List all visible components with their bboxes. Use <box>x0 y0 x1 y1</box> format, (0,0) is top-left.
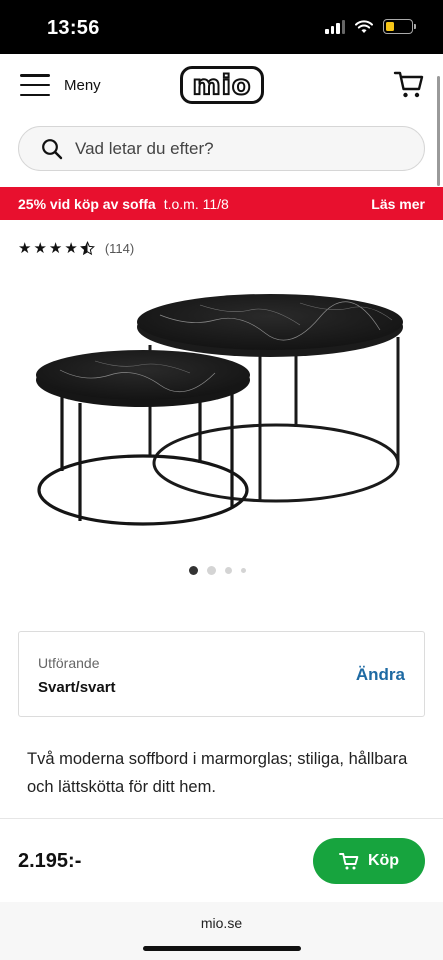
variant-label: Utförande <box>38 655 100 671</box>
rating-count: (114) <box>104 241 135 256</box>
star-icon: ★ <box>48 240 63 257</box>
cellular-signal-icon <box>325 19 345 34</box>
buy-bar: 2.195:- Köp <box>0 818 443 902</box>
status-bar: 13:56 <box>0 0 443 54</box>
buy-button[interactable]: Köp <box>313 838 425 884</box>
product-image[interactable] <box>0 275 443 555</box>
buy-button-label: Köp <box>367 852 400 869</box>
status-time: 13:56 <box>47 17 100 39</box>
search-bar[interactable] <box>18 126 425 171</box>
star-icon: ★ <box>33 240 47 257</box>
carousel-dot[interactable] <box>207 566 216 575</box>
menu-button[interactable]: Meny <box>20 74 101 96</box>
change-variant-button[interactable]: Ändra <box>356 665 405 685</box>
logo-text: mio <box>192 69 252 102</box>
search-icon <box>42 138 63 159</box>
carousel-dot[interactable] <box>241 568 246 573</box>
search-input[interactable] <box>75 138 375 159</box>
product-rating[interactable]: ★ ★ ★ ★ (114) <box>18 241 134 256</box>
wifi-icon <box>355 19 373 33</box>
home-indicator[interactable] <box>143 946 301 951</box>
variant-selector[interactable]: Utförande Svart/svart Ändra <box>18 631 425 717</box>
star-icon: ★ <box>18 240 32 257</box>
half-star-icon <box>79 241 95 256</box>
promo-read-more-link[interactable]: Läs mer <box>371 196 425 212</box>
hamburger-icon <box>20 74 50 96</box>
product-price: 2.195:- <box>18 850 82 872</box>
product-description: Två moderna soffbord i marmorglas; stili… <box>27 750 408 796</box>
menu-label: Meny <box>64 76 101 94</box>
rating-stars: ★ ★ ★ ★ <box>18 241 95 256</box>
mio-logo[interactable]: mio <box>180 66 264 104</box>
carousel-dot[interactable] <box>225 567 232 574</box>
battery-icon <box>383 19 416 34</box>
image-carousel-dots <box>189 566 246 575</box>
url-text[interactable]: mio.se <box>0 915 443 931</box>
star-icon: ★ <box>64 240 78 257</box>
variant-value: Svart/svart <box>38 679 116 696</box>
site-header: Meny mio <box>0 54 443 118</box>
promo-banner[interactable]: 25% vid köp av soffa t.o.m. 11/8 Läs mer <box>0 187 443 220</box>
promo-date: t.o.m. 11/8 <box>163 195 229 212</box>
promo-text: 25% vid köp av soffa <box>18 195 156 212</box>
scrollbar[interactable] <box>437 76 440 186</box>
cart-icon[interactable] <box>393 68 425 100</box>
cart-icon <box>338 853 359 870</box>
browser-address-bar[interactable]: mio.se <box>0 902 443 960</box>
status-icons <box>325 19 416 34</box>
carousel-dot[interactable] <box>189 566 198 575</box>
